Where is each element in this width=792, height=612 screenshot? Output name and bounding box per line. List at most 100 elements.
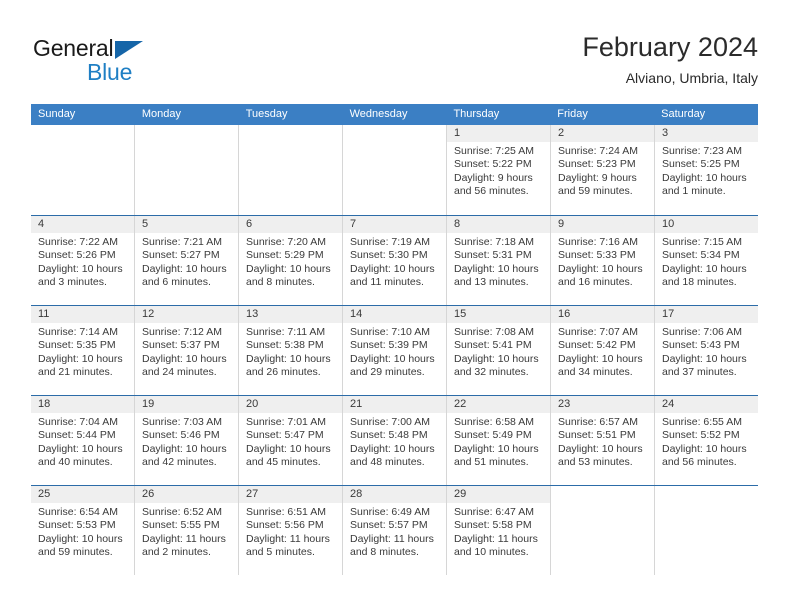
day-number: 17 [655, 306, 758, 323]
calendar-week-row: 11 Sunrise: 7:14 AM Sunset: 5:35 PM Dayligh… [31, 305, 758, 395]
day-details: Sunrise: 7:20 AM Sunset: 5:29 PM Daylight:… [239, 233, 342, 290]
weekday-header-monday: Monday [141, 108, 181, 120]
calendar-week-row: 1 Sunrise: 7:25 AM Sunset: 5:22 PM Daylight… [31, 125, 758, 215]
sunrise-text: Sunrise: 6:52 AM [142, 506, 222, 518]
sunset-text: Sunset: 5:43 PM [662, 339, 740, 352]
calendar-day-cell[interactable]: 4 Sunrise: 7:22 AM Sunset: 5:26 PM Daylight… [31, 216, 135, 305]
sunset-text: Sunset: 5:42 PM [558, 339, 636, 352]
calendar-day-cell[interactable]: 18 Sunrise: 7:04 AM Sunset: 5:44 PM Dayligh… [31, 396, 135, 485]
sunset-text: Sunset: 5:55 PM [142, 519, 220, 532]
daylight-text: Daylight: 10 hours and 8 minutes. [246, 262, 331, 289]
day-number: 18 [31, 396, 134, 413]
calendar-day-cell[interactable]: 11 Sunrise: 7:14 AM Sunset: 5:35 PM Dayligh… [31, 306, 135, 395]
title-block: February 2024 Alviano, Umbria, Italy [582, 30, 758, 88]
sunset-text: Sunset: 5:25 PM [662, 158, 740, 171]
sunrise-text: Sunrise: 6:58 AM [454, 416, 534, 428]
sunset-text: Sunset: 5:26 PM [38, 249, 116, 262]
calendar-day-cell[interactable]: 23 Sunrise: 6:57 AM Sunset: 5:51 PM Dayligh… [551, 396, 655, 485]
page-header: General Blue February 2024 Alviano, Umbr… [31, 30, 758, 96]
calendar-day-cell[interactable]: 26 Sunrise: 6:52 AM Sunset: 5:55 PM Dayligh… [135, 486, 239, 575]
daylight-text: Daylight: 10 hours and 29 minutes. [350, 352, 435, 379]
calendar-page: General Blue February 2024 Alviano, Umbr… [0, 0, 792, 612]
calendar-day-cell[interactable]: 5 Sunrise: 7:21 AM Sunset: 5:27 PM Daylight… [135, 216, 239, 305]
sunset-text: Sunset: 5:44 PM [38, 429, 116, 442]
sunrise-text: Sunrise: 7:08 AM [454, 326, 534, 338]
day-number: 16 [551, 306, 654, 323]
sunset-text: Sunset: 5:27 PM [142, 249, 220, 262]
sunset-text: Sunset: 5:48 PM [350, 429, 428, 442]
day-details: Sunrise: 6:57 AM Sunset: 5:51 PM Daylight:… [551, 413, 654, 470]
sunset-text: Sunset: 5:58 PM [454, 519, 532, 532]
weekday-header-thursday: Thursday [453, 108, 500, 120]
calendar-day-cell[interactable]: 15 Sunrise: 7:08 AM Sunset: 5:41 PM Dayligh… [447, 306, 551, 395]
day-details: Sunrise: 7:10 AM Sunset: 5:39 PM Daylight:… [343, 323, 446, 380]
daylight-text: Daylight: 10 hours and 18 minutes. [662, 262, 747, 289]
calendar-day-cell[interactable]: 1 Sunrise: 7:25 AM Sunset: 5:22 PM Daylight… [447, 125, 551, 215]
logo-text-blue: Blue [87, 59, 133, 85]
calendar-day-cell-empty [31, 125, 135, 215]
calendar-day-cell[interactable]: 12 Sunrise: 7:12 AM Sunset: 5:37 PM Dayligh… [135, 306, 239, 395]
daylight-text: Daylight: 11 hours and 5 minutes. [246, 532, 330, 559]
calendar-day-cell-empty [239, 125, 343, 215]
day-number: 1 [447, 125, 550, 142]
calendar-day-cell[interactable]: 3 Sunrise: 7:23 AM Sunset: 5:25 PM Daylight… [655, 125, 758, 215]
sunset-text: Sunset: 5:47 PM [246, 429, 324, 442]
calendar-day-cell[interactable]: 8 Sunrise: 7:18 AM Sunset: 5:31 PM Daylight… [447, 216, 551, 305]
sunrise-text: Sunrise: 6:47 AM [454, 506, 534, 518]
calendar-day-cell[interactable]: 17 Sunrise: 7:06 AM Sunset: 5:43 PM Dayligh… [655, 306, 758, 395]
day-number: 13 [239, 306, 342, 323]
calendar-day-cell-empty [343, 125, 447, 215]
calendar-day-cell[interactable]: 28 Sunrise: 6:49 AM Sunset: 5:57 PM Dayligh… [343, 486, 447, 575]
day-number: 24 [655, 396, 758, 413]
day-number: 20 [239, 396, 342, 413]
sunrise-text: Sunrise: 6:57 AM [558, 416, 638, 428]
calendar-day-cell[interactable]: 16 Sunrise: 7:07 AM Sunset: 5:42 PM Dayligh… [551, 306, 655, 395]
sunset-text: Sunset: 5:53 PM [38, 519, 116, 532]
daylight-text: Daylight: 11 hours and 8 minutes. [350, 532, 434, 559]
calendar-day-cell[interactable]: 2 Sunrise: 7:24 AM Sunset: 5:23 PM Daylight… [551, 125, 655, 215]
day-details: Sunrise: 7:08 AM Sunset: 5:41 PM Daylight:… [447, 323, 550, 380]
calendar-day-cell[interactable]: 10 Sunrise: 7:15 AM Sunset: 5:34 PM Dayligh… [655, 216, 758, 305]
day-details: Sunrise: 6:54 AM Sunset: 5:53 PM Daylight:… [31, 503, 134, 560]
day-details: Sunrise: 6:55 AM Sunset: 5:52 PM Daylight:… [655, 413, 758, 470]
sunrise-text: Sunrise: 7:04 AM [38, 416, 118, 428]
daylight-text: Daylight: 10 hours and 53 minutes. [558, 442, 643, 469]
daylight-text: Daylight: 10 hours and 26 minutes. [246, 352, 331, 379]
daylight-text: Daylight: 10 hours and 16 minutes. [558, 262, 643, 289]
day-number: 9 [551, 216, 654, 233]
calendar-day-cell[interactable]: 22 Sunrise: 6:58 AM Sunset: 5:49 PM Dayligh… [447, 396, 551, 485]
day-details: Sunrise: 6:58 AM Sunset: 5:49 PM Daylight:… [447, 413, 550, 470]
day-details: Sunrise: 7:18 AM Sunset: 5:31 PM Daylight:… [447, 233, 550, 290]
calendar-day-cell[interactable]: 27 Sunrise: 6:51 AM Sunset: 5:56 PM Dayligh… [239, 486, 343, 575]
day-number: 21 [343, 396, 446, 413]
sunset-text: Sunset: 5:35 PM [38, 339, 116, 352]
calendar-day-cell[interactable]: 7 Sunrise: 7:19 AM Sunset: 5:30 PM Daylight… [343, 216, 447, 305]
day-number: 25 [31, 486, 134, 503]
day-number [343, 125, 446, 142]
sunrise-text: Sunrise: 7:24 AM [558, 145, 638, 157]
day-number: 14 [343, 306, 446, 323]
day-number: 26 [135, 486, 238, 503]
general-blue-logo[interactable]: General Blue [31, 35, 231, 93]
calendar-day-cell[interactable]: 9 Sunrise: 7:16 AM Sunset: 5:33 PM Daylight… [551, 216, 655, 305]
calendar-day-cell[interactable]: 19 Sunrise: 7:03 AM Sunset: 5:46 PM Dayligh… [135, 396, 239, 485]
weekday-header-wednesday: Wednesday [349, 108, 408, 120]
calendar-day-cell[interactable]: 13 Sunrise: 7:11 AM Sunset: 5:38 PM Dayligh… [239, 306, 343, 395]
calendar-day-cell[interactable]: 25 Sunrise: 6:54 AM Sunset: 5:53 PM Dayligh… [31, 486, 135, 575]
sunset-text: Sunset: 5:33 PM [558, 249, 636, 262]
calendar-day-cell[interactable]: 21 Sunrise: 7:00 AM Sunset: 5:48 PM Dayligh… [343, 396, 447, 485]
calendar-day-cell[interactable]: 24 Sunrise: 6:55 AM Sunset: 5:52 PM Dayligh… [655, 396, 758, 485]
daylight-text: Daylight: 10 hours and 34 minutes. [558, 352, 643, 379]
daylight-text: Daylight: 10 hours and 51 minutes. [454, 442, 539, 469]
calendar-day-cell-empty [135, 125, 239, 215]
day-details: Sunrise: 6:49 AM Sunset: 5:57 PM Daylight:… [343, 503, 446, 560]
sunrise-text: Sunrise: 6:54 AM [38, 506, 118, 518]
day-number: 23 [551, 396, 654, 413]
calendar-weeks: 1 Sunrise: 7:25 AM Sunset: 5:22 PM Daylight… [31, 125, 758, 575]
calendar-day-cell[interactable]: 14 Sunrise: 7:10 AM Sunset: 5:39 PM Dayligh… [343, 306, 447, 395]
sunrise-text: Sunrise: 6:51 AM [246, 506, 326, 518]
calendar-day-cell[interactable]: 29 Sunrise: 6:47 AM Sunset: 5:58 PM Dayligh… [447, 486, 551, 575]
calendar-day-cell[interactable]: 6 Sunrise: 7:20 AM Sunset: 5:29 PM Daylight… [239, 216, 343, 305]
calendar-day-cell[interactable]: 20 Sunrise: 7:01 AM Sunset: 5:47 PM Dayligh… [239, 396, 343, 485]
daylight-text: Daylight: 10 hours and 24 minutes. [142, 352, 227, 379]
